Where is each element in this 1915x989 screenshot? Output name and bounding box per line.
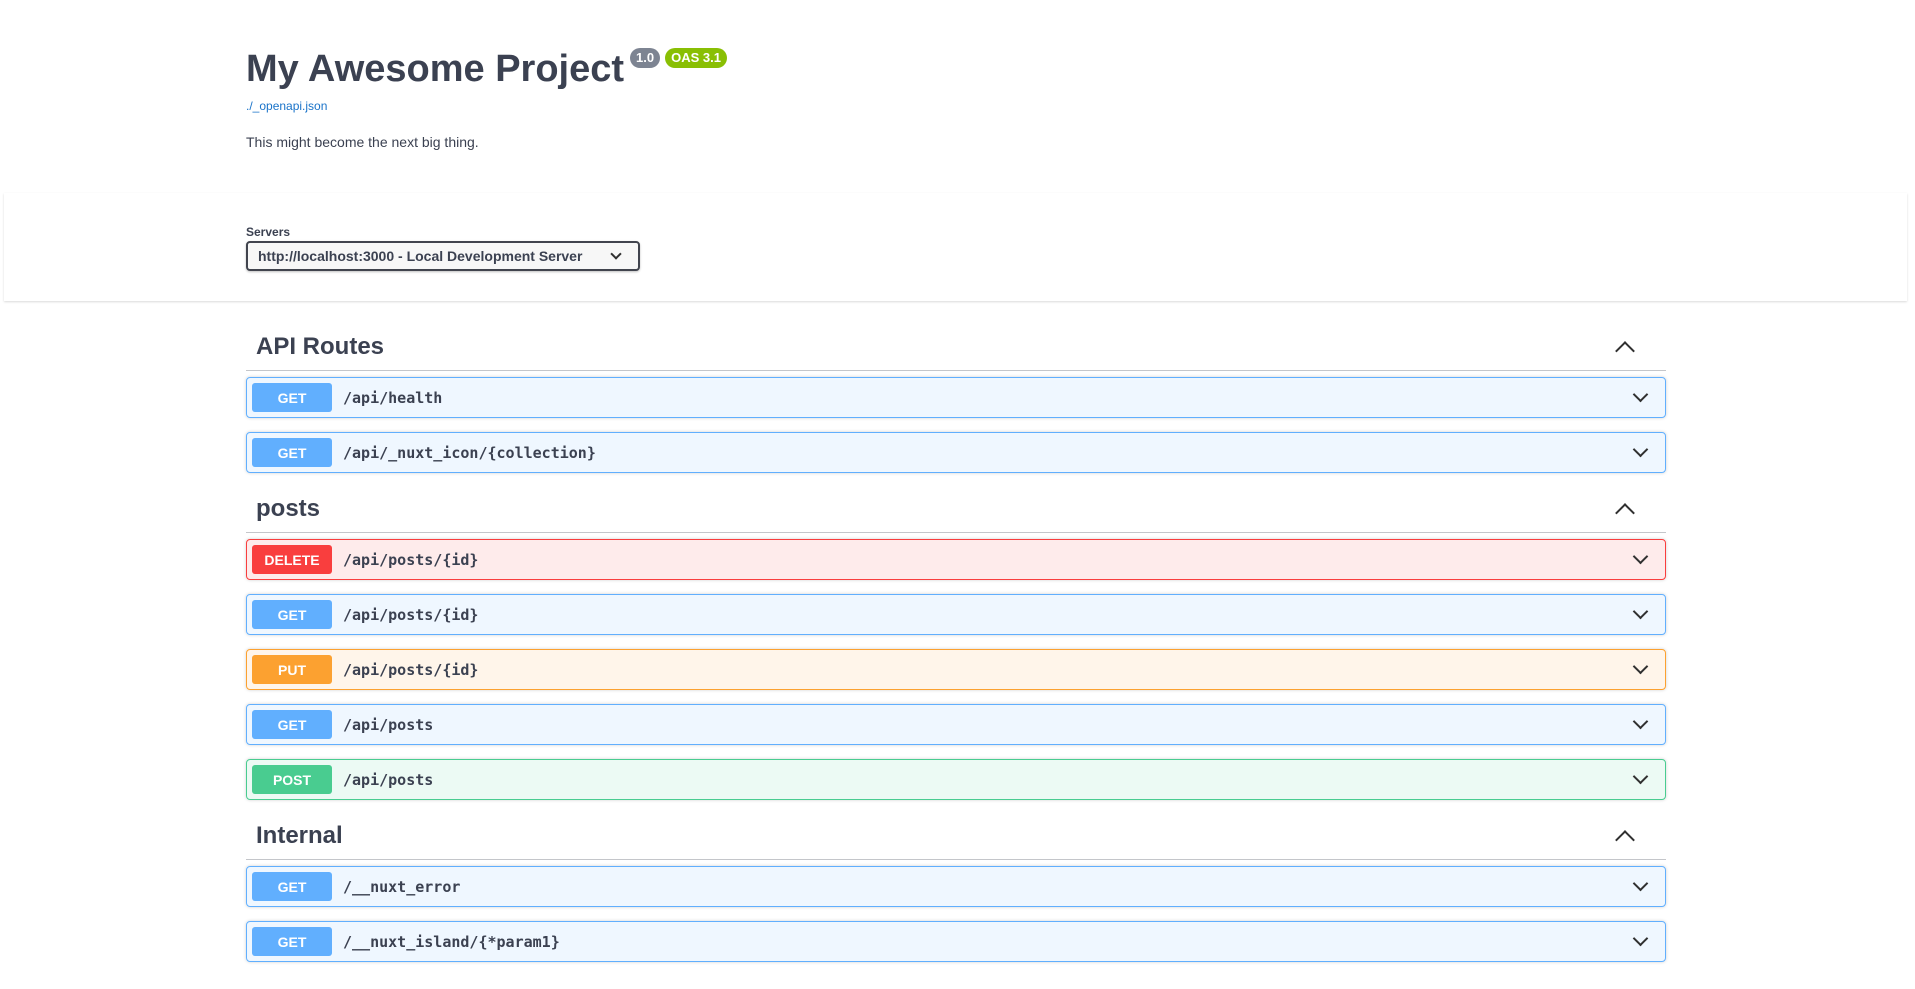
tag-section-api-routes: API Routes GET /api/health GET /api/_nux…	[246, 323, 1666, 473]
chevron-down-icon	[1632, 658, 1649, 675]
chevron-down-icon	[1632, 768, 1649, 785]
tag-header[interactable]: Internal	[246, 812, 1666, 860]
chevron-down-icon	[1632, 930, 1649, 947]
version-badge: 1.0	[630, 48, 661, 68]
chevron-up-icon	[1615, 829, 1635, 850]
oas-badge: OAS 3.1	[665, 48, 727, 68]
chevron-down-icon	[1632, 548, 1649, 565]
method-badge: GET	[252, 600, 332, 629]
operation-row[interactable]: GET /__nuxt_error	[246, 866, 1666, 907]
page-title: My Awesome Project	[246, 48, 625, 90]
operation-row[interactable]: POST /api/posts	[246, 759, 1666, 800]
title-row: My Awesome Project 1.0 OAS 3.1	[246, 40, 1666, 98]
tag-name: Internal	[256, 821, 343, 849]
servers-container: Servers http://localhost:3000 - Local De…	[4, 193, 1907, 301]
method-badge: POST	[252, 765, 332, 794]
tag-header[interactable]: API Routes	[246, 323, 1666, 371]
tag-name: API Routes	[256, 332, 385, 360]
chevron-up-icon	[1615, 340, 1635, 361]
chevron-up-icon	[1615, 502, 1635, 523]
method-badge: GET	[252, 438, 332, 467]
spec-link[interactable]: ./_openapi.json	[246, 99, 1666, 113]
servers-select[interactable]: http://localhost:3000 - Local Developmen…	[246, 241, 640, 271]
operation-path: /api/_nuxt_icon/{collection}	[343, 443, 596, 462]
info-section: My Awesome Project 1.0 OAS 3.1 ./_openap…	[246, 40, 1666, 150]
method-badge: GET	[252, 872, 332, 901]
tag-section-internal: Internal GET /__nuxt_error GET /__nuxt_i…	[246, 812, 1666, 962]
chevron-down-icon	[1632, 603, 1649, 620]
operation-row[interactable]: GET /__nuxt_island/{*param1}	[246, 921, 1666, 962]
tag-name: posts	[256, 494, 321, 522]
operation-path: /api/posts	[343, 715, 434, 734]
operation-row[interactable]: GET /api/_nuxt_icon/{collection}	[246, 432, 1666, 473]
method-badge: PUT	[252, 655, 332, 684]
chevron-down-icon	[1632, 875, 1649, 892]
operation-row[interactable]: PUT /api/posts/{id}	[246, 649, 1666, 690]
operations-list: API Routes GET /api/health GET /api/_nux…	[246, 323, 1666, 974]
servers-selected-value: http://localhost:3000 - Local Developmen…	[258, 248, 583, 264]
operation-path: /api/posts/{id}	[343, 660, 479, 679]
operation-path: /api/posts/{id}	[343, 605, 479, 624]
operation-path: /__nuxt_error	[343, 877, 461, 896]
operation-row[interactable]: GET /api/posts	[246, 704, 1666, 745]
servers-label: Servers	[246, 225, 291, 239]
chevron-down-icon	[1632, 441, 1649, 458]
tag-header[interactable]: posts	[246, 485, 1666, 533]
chevron-down-icon	[610, 248, 622, 260]
method-badge: GET	[252, 383, 332, 412]
chevron-down-icon	[1632, 386, 1649, 403]
operation-path: /api/posts	[343, 770, 434, 789]
operation-row[interactable]: GET /api/health	[246, 377, 1666, 418]
operation-row[interactable]: GET /api/posts/{id}	[246, 594, 1666, 635]
operation-path: /api/health	[343, 388, 443, 407]
chevron-down-icon	[1632, 713, 1649, 730]
method-badge: GET	[252, 710, 332, 739]
operation-row[interactable]: DELETE /api/posts/{id}	[246, 539, 1666, 580]
operation-path: /__nuxt_island/{*param1}	[343, 932, 560, 951]
tag-section-posts: posts DELETE /api/posts/{id} GET /api/po…	[246, 485, 1666, 800]
description: This might become the next big thing.	[246, 134, 479, 150]
operation-path: /api/posts/{id}	[343, 550, 479, 569]
method-badge: GET	[252, 927, 332, 956]
method-badge: DELETE	[252, 545, 332, 574]
